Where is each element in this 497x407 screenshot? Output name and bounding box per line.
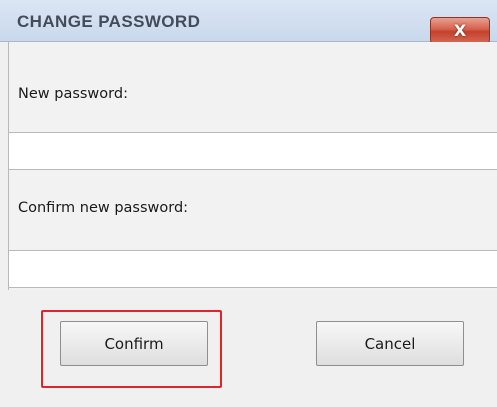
dialog-title: CHANGE PASSWORD xyxy=(17,12,201,31)
new-password-field[interactable] xyxy=(9,133,497,169)
confirm-password-field-container xyxy=(9,250,497,288)
cancel-button[interactable]: Cancel xyxy=(316,321,464,366)
confirm-password-label: Confirm new password: xyxy=(18,200,189,216)
new-password-field-container xyxy=(9,132,497,170)
change-password-dialog: CHANGE PASSWORD X New password: Confirm … xyxy=(0,0,497,407)
title-bar: CHANGE PASSWORD X xyxy=(0,0,497,44)
confirm-password-field[interactable] xyxy=(9,251,497,287)
confirm-button[interactable]: Confirm xyxy=(60,321,208,366)
form-panel: New password: Confirm new password: xyxy=(8,42,497,290)
close-icon: X xyxy=(453,21,467,40)
new-password-label: New password: xyxy=(18,86,128,102)
close-button[interactable]: X xyxy=(430,17,490,44)
